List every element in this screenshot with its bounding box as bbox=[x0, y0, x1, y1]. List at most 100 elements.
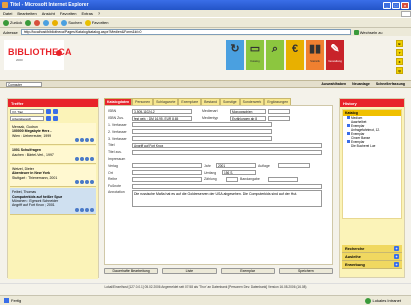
menu-tools[interactable]: Extras bbox=[82, 11, 93, 16]
menu-favorites[interactable]: Favoriten bbox=[60, 11, 77, 16]
fussnote-field[interactable] bbox=[132, 183, 322, 189]
verlag-select[interactable] bbox=[132, 163, 202, 169]
edit-icon[interactable] bbox=[75, 180, 79, 185]
edit-icon[interactable] bbox=[75, 138, 79, 143]
umfang-field[interactable]: 156 S. bbox=[222, 170, 256, 176]
save-button[interactable]: Speichern bbox=[278, 268, 333, 274]
delete-icon[interactable] bbox=[85, 138, 89, 143]
ort-select[interactable] bbox=[132, 170, 202, 176]
titel-field[interactable]: Angriff auf Fort Knox bbox=[132, 142, 322, 148]
side-button-b[interactable]: B bbox=[396, 40, 403, 47]
list-item[interactable]: Wetzel, Dieter Abenteuer in New York Stu… bbox=[10, 165, 96, 188]
isbn-field[interactable]: 3-505-11024-2 bbox=[132, 108, 192, 114]
section-recherche[interactable]: Recherche + bbox=[342, 245, 402, 253]
bandangabe-field[interactable] bbox=[268, 176, 298, 182]
context-select[interactable]: Computer bbox=[6, 81, 42, 87]
medientyp-select[interactable]: Erzählungen ab 8 bbox=[230, 115, 266, 121]
nav-next-icon[interactable] bbox=[53, 116, 58, 121]
tab-personen[interactable]: Personen bbox=[132, 98, 154, 105]
nav-search[interactable]: ⌕ bbox=[266, 40, 284, 70]
back-button[interactable]: Zurück bbox=[3, 19, 22, 26]
refresh-button[interactable] bbox=[43, 19, 50, 26]
close-button[interactable]: × bbox=[401, 1, 409, 9]
favorites-button[interactable]: Favoriten bbox=[84, 19, 109, 26]
edit-icon[interactable] bbox=[75, 207, 79, 212]
list-item[interactable]: 1001 Schulfragen Aachen : Bärtel-Verl., … bbox=[10, 146, 96, 165]
copy-icon[interactable] bbox=[80, 157, 84, 162]
stop-button[interactable] bbox=[34, 19, 41, 26]
annotation-textarea[interactable]: Die russische Mafia hat es auf die Goldr… bbox=[132, 189, 322, 207]
tab-katalogdaten[interactable]: Katalogdaten bbox=[104, 98, 133, 105]
nav-verwaltung[interactable]: ✎ Verwaltung bbox=[326, 40, 344, 70]
menu-file[interactable]: Datei bbox=[3, 11, 12, 16]
menu-view[interactable]: Ansicht bbox=[42, 11, 55, 16]
nav-finance[interactable]: € bbox=[286, 40, 304, 70]
link-auswahl[interactable]: Auswahlhaben bbox=[321, 82, 346, 86]
medienart-code[interactable] bbox=[268, 108, 290, 114]
address-input[interactable]: http://localhost/bibliotheca/Pages/Katal… bbox=[20, 29, 351, 35]
menu-edit[interactable]: Bearbeiten bbox=[17, 11, 36, 16]
menu-help[interactable]: ? bbox=[98, 11, 100, 16]
home-button[interactable] bbox=[52, 19, 59, 26]
delete-icon[interactable] bbox=[85, 180, 89, 185]
expand-icon[interactable]: + bbox=[394, 254, 399, 259]
delete-icon[interactable] bbox=[85, 207, 89, 212]
expand-icon[interactable]: + bbox=[394, 246, 399, 251]
list-button[interactable]: Liste bbox=[162, 268, 217, 274]
tab-sonstige[interactable]: Sonstige bbox=[220, 98, 240, 105]
nav-prev-icon[interactable] bbox=[53, 109, 58, 114]
medientyp-code[interactable] bbox=[268, 115, 290, 121]
verfasser1-select[interactable] bbox=[132, 122, 272, 128]
copy-icon[interactable] bbox=[80, 207, 84, 212]
copy-icon[interactable] bbox=[80, 138, 84, 143]
expand-icon[interactable]: + bbox=[394, 262, 399, 267]
nav-refresh[interactable]: ↻ bbox=[226, 40, 244, 70]
forward-button[interactable] bbox=[25, 19, 32, 26]
verfasser2-select[interactable] bbox=[132, 129, 272, 135]
edit-icon[interactable] bbox=[75, 157, 79, 162]
nav-statistik[interactable]: ▮▮ Statistik bbox=[306, 40, 324, 70]
sort-icon[interactable] bbox=[46, 109, 51, 114]
side-button-q[interactable]: Q bbox=[396, 67, 403, 74]
side-button-help[interactable]: ? bbox=[396, 49, 403, 56]
info-icon[interactable] bbox=[90, 180, 94, 185]
side-button-x[interactable]: X bbox=[396, 58, 403, 65]
section-ausleihe[interactable]: Ausleihe + bbox=[342, 253, 402, 261]
maximize-button[interactable]: □ bbox=[392, 1, 400, 9]
sort-select[interactable]: Vrf. Titel bbox=[10, 109, 44, 114]
copy-icon[interactable] bbox=[80, 180, 84, 185]
minimize-button[interactable]: _ bbox=[383, 1, 391, 9]
tab-exemplare[interactable]: Exemplare bbox=[178, 98, 202, 105]
go-button[interactable]: Wechseln zu bbox=[353, 29, 383, 35]
search-button[interactable]: Suchen bbox=[61, 19, 82, 26]
jahr-label: Jahr bbox=[204, 163, 211, 168]
list-item-selected[interactable]: Feibel, Thomas Computerkids auf heißer S… bbox=[10, 188, 96, 215]
link-neuanlage[interactable]: Neuanlage bbox=[352, 82, 370, 86]
info-icon[interactable] bbox=[90, 207, 94, 212]
reihe-select[interactable] bbox=[132, 176, 202, 182]
zaehlung-field[interactable] bbox=[226, 176, 238, 182]
jahr-field[interactable]: 2001 bbox=[216, 163, 256, 169]
tab-sonderwerk[interactable]: Sonderwerk bbox=[239, 98, 265, 105]
filter-select[interactable]: Arbeitsbereich bbox=[10, 116, 44, 121]
verfasser3-select[interactable] bbox=[132, 136, 272, 142]
permanent-edit-button[interactable]: Dauerhafte Bearbeitung bbox=[104, 268, 159, 274]
copy-button[interactable]: Exemplar bbox=[220, 268, 275, 274]
filter-icon[interactable] bbox=[46, 116, 51, 121]
titel-zus-label: Titel zus. bbox=[108, 150, 122, 155]
list-item[interactable]: Mensak, Gudrun 100000 Megabyte Herz - Wi… bbox=[10, 123, 96, 146]
isbn-zus-field[interactable]: fest geb. : DM 16,95, EUR 8,65 bbox=[132, 115, 192, 121]
tab-ergaenzungen[interactable]: Ergänzungen bbox=[264, 98, 292, 105]
tab-bestand[interactable]: Bestand bbox=[201, 98, 220, 105]
delete-icon[interactable] bbox=[85, 157, 89, 162]
section-erwerbung[interactable]: Erwerbung + bbox=[342, 261, 402, 269]
medienart-select[interactable]: Monographien bbox=[230, 108, 266, 114]
link-schnellerfassung[interactable]: Schnellerfassung bbox=[376, 82, 405, 86]
titel-zus-field[interactable] bbox=[132, 149, 322, 155]
history-item[interactable]: Die Bucherei Lue bbox=[343, 144, 401, 148]
nav-katalog[interactable]: ▭ Katalog bbox=[246, 40, 264, 70]
info-icon[interactable] bbox=[90, 138, 94, 143]
auflage-field[interactable] bbox=[278, 163, 310, 169]
tab-schlagworte[interactable]: Schlagworte bbox=[153, 98, 179, 105]
info-icon[interactable] bbox=[90, 157, 94, 162]
